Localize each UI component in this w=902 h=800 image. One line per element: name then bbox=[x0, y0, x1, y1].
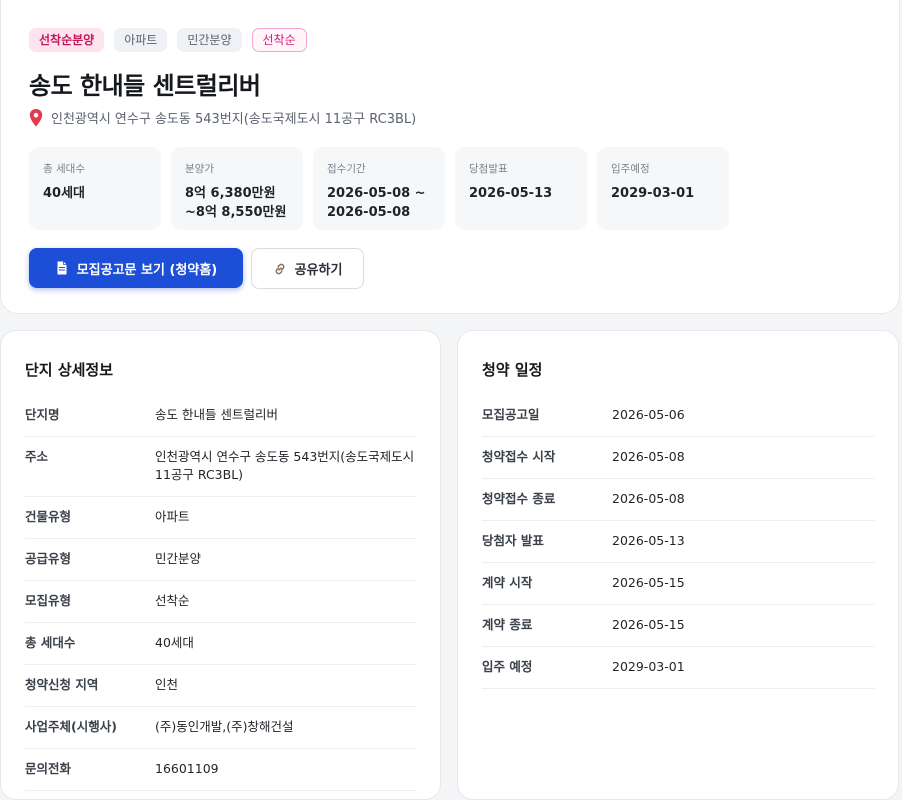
schedule-row: 계약 시작 2026-05-15 bbox=[482, 563, 875, 605]
row-label: 모집유형 bbox=[25, 593, 72, 608]
row-label: 문의전화 bbox=[25, 761, 72, 776]
schedule-row: 청약접수 시작 2026-05-08 bbox=[482, 437, 875, 479]
key-stats: 총 세대수 40세대 분양가 8억 6,380만원 ~8억 8,550만원 접수… bbox=[29, 147, 729, 230]
row-label: 계약 종료 bbox=[482, 617, 533, 632]
schedule-row: 청약접수 종료 2026-05-08 bbox=[482, 479, 875, 521]
view-notice-button[interactable]: 모집공고문 보기 (청약홈) bbox=[29, 248, 243, 288]
stat-value: 8억 6,380만원 ~8억 8,550만원 bbox=[185, 186, 287, 220]
detail-row: 건물유형 아파트 bbox=[25, 497, 417, 539]
row-label: 공급유형 bbox=[25, 551, 72, 566]
detail-title: 단지 상세정보 bbox=[25, 361, 114, 379]
badge-building-type: 아파트 bbox=[114, 28, 168, 52]
stat-winner-announcement: 당첨발표 2026-05-13 bbox=[455, 147, 587, 230]
badge-recruit-type: 선착순 bbox=[251, 28, 307, 52]
stat-total-units: 총 세대수 40세대 bbox=[29, 147, 161, 230]
row-value: 40세대 bbox=[155, 635, 194, 650]
row-label: 총 세대수 bbox=[25, 635, 76, 650]
document-icon bbox=[55, 261, 69, 275]
stat-value: 40세대 bbox=[43, 186, 86, 201]
detail-row: 사업주체(시행사) (주)동인개발,(주)창해건설 bbox=[25, 707, 417, 749]
badge-group: 선착순분양 아파트 민간분양 선착순 bbox=[29, 28, 307, 52]
view-notice-label: 모집공고문 보기 (청약홈) bbox=[76, 262, 218, 278]
row-label: 모집공고일 bbox=[482, 407, 540, 422]
address-text: 인천광역시 연수구 송도동 543번지(송도국제도시 11공구 RC3BL) bbox=[51, 112, 417, 127]
schedule-row: 계약 종료 2026-05-15 bbox=[482, 605, 875, 647]
row-value: 인천 bbox=[155, 677, 179, 692]
link-icon bbox=[273, 262, 287, 276]
stat-label: 접수기간 bbox=[327, 163, 366, 175]
row-value: 16601109 bbox=[155, 761, 219, 776]
detail-row: 문의전화 16601109 bbox=[25, 749, 417, 791]
detail-row: 모집유형 선착순 bbox=[25, 581, 417, 623]
row-label: 청약접수 시작 bbox=[482, 449, 556, 464]
row-label: 건물유형 bbox=[25, 509, 72, 524]
schedule-rows: 모집공고일 2026-05-06 청약접수 시작 2026-05-08 청약접수… bbox=[482, 395, 875, 689]
schedule-row: 입주 예정 2029-03-01 bbox=[482, 647, 875, 689]
row-label: 계약 시작 bbox=[482, 575, 533, 590]
badge-sale-type: 선착순분양 bbox=[29, 28, 105, 52]
stat-application-period: 접수기간 2026-05-08 ~ 2026-05-08 bbox=[313, 147, 445, 230]
row-label: 단지명 bbox=[25, 407, 60, 422]
row-value: 2026-05-08 bbox=[612, 449, 685, 464]
row-label: 입주 예정 bbox=[482, 659, 533, 674]
row-value: 2029-03-01 bbox=[612, 659, 685, 674]
row-value: 2026-05-13 bbox=[612, 533, 685, 548]
complex-summary-card: 선착순분양 아파트 민간분양 선착순 송도 한내들 센트럴리버 인천광역시 연수… bbox=[0, 0, 900, 314]
row-value: 인천광역시 연수구 송도동 543번지(송도국제도시 11공구 RC3BL) bbox=[155, 449, 415, 482]
share-button[interactable]: 공유하기 bbox=[251, 248, 364, 289]
address-line: 인천광역시 연수구 송도동 543번지(송도국제도시 11공구 RC3BL) bbox=[29, 108, 416, 127]
detail-row: 청약신청 지역 인천 bbox=[25, 665, 417, 707]
stat-label: 총 세대수 bbox=[43, 163, 85, 175]
stat-value: 2026-05-13 bbox=[469, 186, 553, 201]
badge-supply-type: 민간분양 bbox=[177, 28, 242, 52]
stat-value: 2029-03-01 bbox=[611, 186, 695, 201]
stat-label: 입주예정 bbox=[611, 163, 650, 175]
row-value: 송도 한내들 센트럴리버 bbox=[155, 407, 278, 422]
schedule-row: 당첨자 발표 2026-05-13 bbox=[482, 521, 875, 563]
row-label: 청약접수 종료 bbox=[482, 491, 556, 506]
stat-label: 당첨발표 bbox=[469, 163, 508, 175]
detail-rows: 단지명 송도 한내들 센트럴리버 주소 인천광역시 연수구 송도동 543번지(… bbox=[25, 395, 417, 791]
stat-sale-price: 분양가 8억 6,380만원 ~8억 8,550만원 bbox=[171, 147, 303, 230]
stat-label: 분양가 bbox=[185, 163, 214, 175]
detail-row: 총 세대수 40세대 bbox=[25, 623, 417, 665]
row-label: 사업주체(시행사) bbox=[25, 719, 117, 734]
row-value: 2026-05-06 bbox=[612, 407, 685, 422]
row-value: 2026-05-15 bbox=[612, 617, 685, 632]
row-label: 청약신청 지역 bbox=[25, 677, 99, 692]
detail-row: 단지명 송도 한내들 센트럴리버 bbox=[25, 395, 417, 437]
row-label: 주소 bbox=[25, 449, 49, 464]
schedule-title: 청약 일정 bbox=[482, 361, 543, 379]
row-value: 선착순 bbox=[155, 593, 190, 608]
row-label: 당첨자 발표 bbox=[482, 533, 544, 548]
map-pin-icon bbox=[29, 108, 43, 127]
detail-row: 주소 인천광역시 연수구 송도동 543번지(송도국제도시 11공구 RC3BL… bbox=[25, 437, 417, 497]
row-value: 민간분양 bbox=[155, 551, 202, 566]
row-value: (주)동인개발,(주)창해건설 bbox=[155, 719, 294, 734]
row-value: 아파트 bbox=[155, 509, 190, 524]
row-value: 2026-05-08 bbox=[612, 491, 685, 506]
page-title: 송도 한내들 센트럴리버 bbox=[29, 72, 261, 100]
stat-value: 2026-05-08 ~ 2026-05-08 bbox=[327, 186, 426, 220]
detail-row: 공급유형 민간분양 bbox=[25, 539, 417, 581]
stat-move-in-date: 입주예정 2029-03-01 bbox=[597, 147, 729, 230]
complex-detail-card: 단지 상세정보 단지명 송도 한내들 센트럴리버 주소 인천광역시 연수구 송도… bbox=[0, 330, 441, 800]
schedule-card: 청약 일정 모집공고일 2026-05-06 청약접수 시작 2026-05-0… bbox=[457, 330, 899, 800]
row-value: 2026-05-15 bbox=[612, 575, 685, 590]
schedule-row: 모집공고일 2026-05-06 bbox=[482, 395, 875, 437]
share-label: 공유하기 bbox=[294, 263, 343, 278]
